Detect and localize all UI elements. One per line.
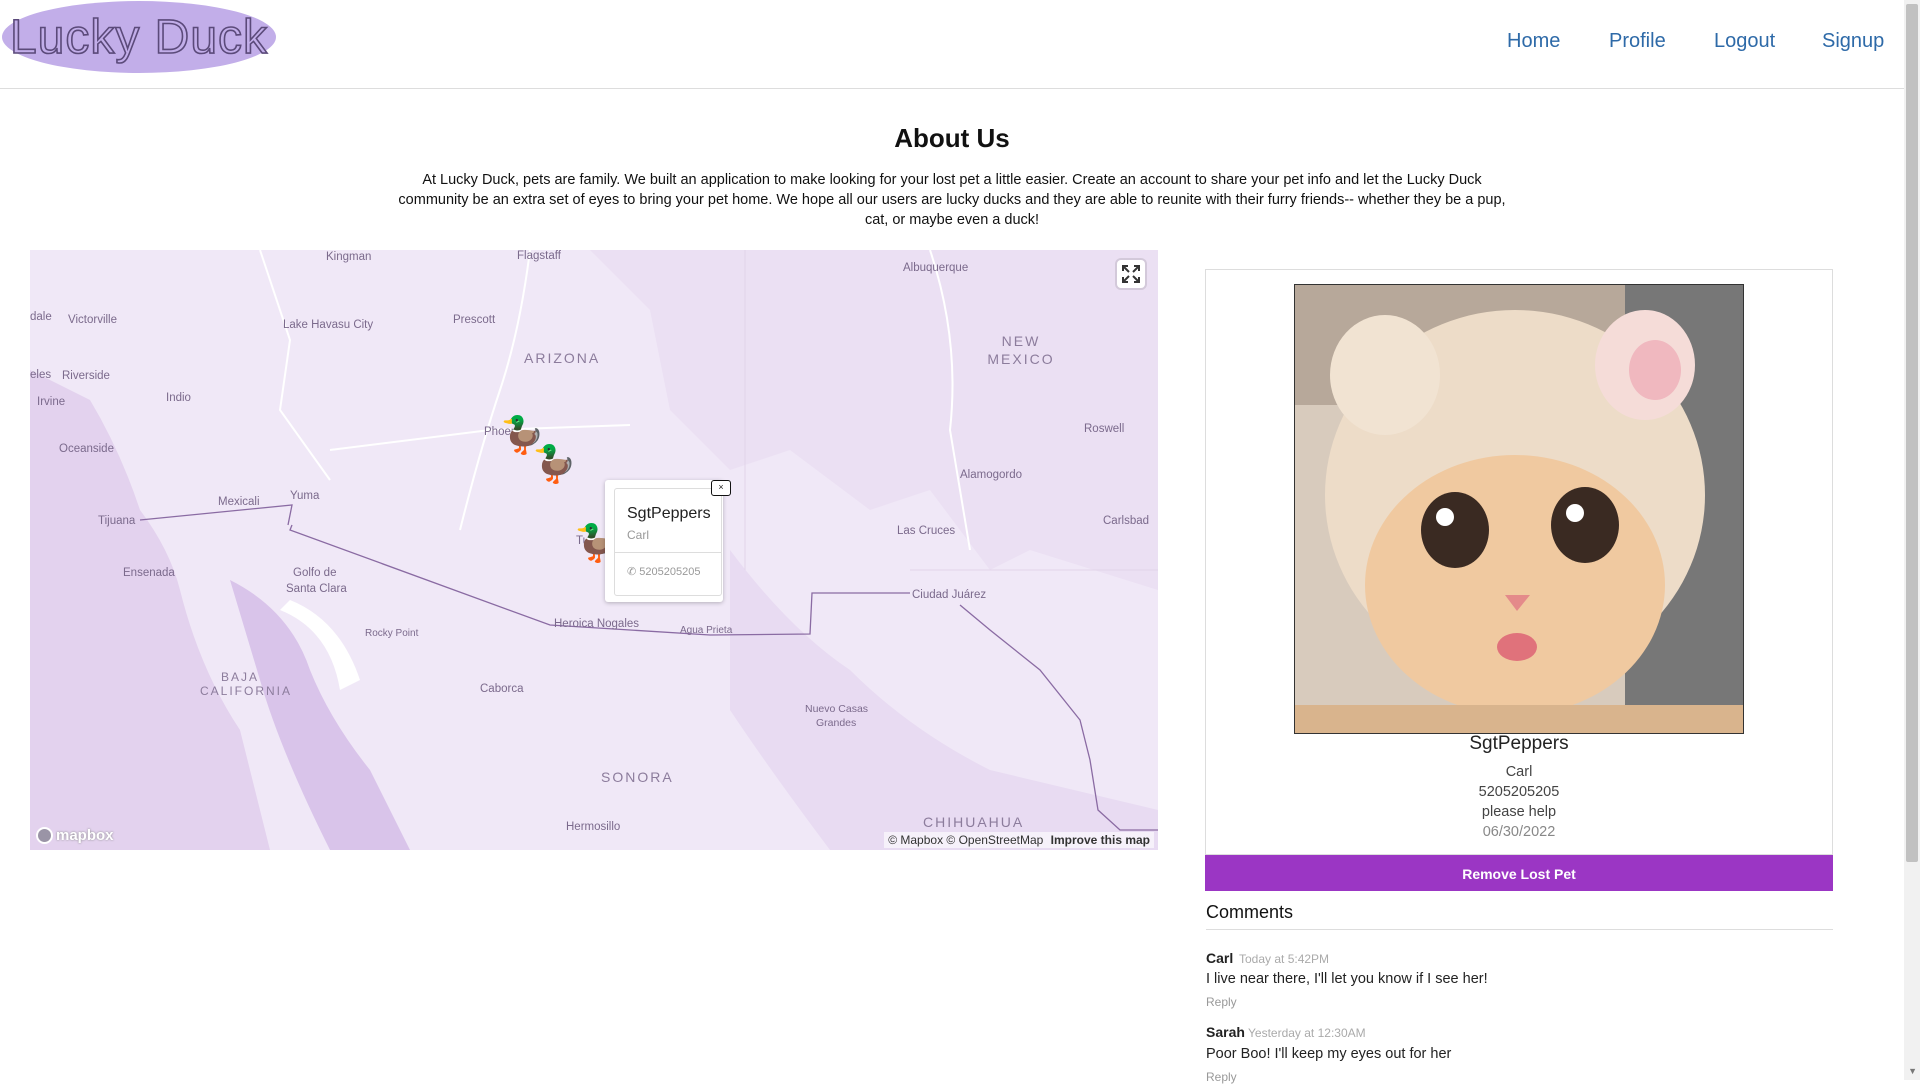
popup-divider <box>615 552 721 553</box>
map-label-hermosillo: Hermosillo <box>566 821 621 833</box>
map-label-eles: eles <box>30 369 52 381</box>
pet-card: SgtPeppers Carl 5205205205 please help 0… <box>1205 269 1833 855</box>
map-label-carlsbad: Carlsbad <box>1103 515 1150 527</box>
nav-logout[interactable]: Logout <box>1714 30 1775 53</box>
map-label-new: NEW <box>1001 333 1041 349</box>
remove-lost-pet-button[interactable]: Remove Lost Pet <box>1205 855 1833 891</box>
map-label-mexico: MEXICO <box>987 351 1055 367</box>
pet-description: please help <box>1481 804 1557 820</box>
popup-phone: ✆ 5205205205 <box>627 565 700 578</box>
map-label-nuevo-casas: Nuevo Casas <box>805 703 869 715</box>
comment-text: Poor Boo! I'll keep my eyes out for her <box>1206 1046 1452 1062</box>
map-label-riverside: Riverside <box>62 370 110 382</box>
popup-close-button[interactable]: × <box>711 480 731 496</box>
fullscreen-icon <box>1122 265 1140 283</box>
popup-owner: Carl <box>627 528 650 542</box>
page-scrollbar[interactable]: ▲ ▼ <box>1904 0 1920 1080</box>
pet-name: SgtPeppers <box>1469 733 1569 754</box>
map-label-roswell: Roswell <box>1084 423 1125 435</box>
scroll-thumb[interactable] <box>1906 4 1918 862</box>
popup-card: SgtPeppers Carl ✆ 5205205205 <box>614 488 722 596</box>
map-label-grandes: Grandes <box>816 717 857 729</box>
pet-photo <box>1294 284 1744 734</box>
map-label-albuquerque: Albuquerque <box>903 262 969 274</box>
nav-signup[interactable]: Signup <box>1822 30 1884 53</box>
map-label-agua-prieta: Agua Prieta <box>680 625 733 636</box>
map-label-santa-clara: Santa Clara <box>286 583 347 595</box>
map-label-caborca: Caborca <box>480 683 524 695</box>
map-label-victorville: Victorville <box>68 314 117 326</box>
logo[interactable]: Lucky Duck <box>2 1 276 73</box>
map-label-indio: Indio <box>166 392 191 404</box>
map-label-kingman: Kingman <box>326 251 372 263</box>
map-label-irvine: Irvine <box>37 396 66 408</box>
map-label-ensenada: Ensenada <box>123 567 175 579</box>
about-title: About Us <box>894 123 1010 153</box>
map-label-tijuana: Tijuana <box>98 515 136 527</box>
comment-author[interactable]: Carl <box>1206 950 1233 966</box>
pet-date: 06/30/2022 <box>1482 824 1556 840</box>
duck-marker-icon[interactable]: 🦆 <box>532 446 577 482</box>
phone-icon: ✆ <box>627 566 637 578</box>
nav-profile[interactable]: Profile <box>1609 30 1666 53</box>
attribution-text[interactable]: © Mapbox © OpenStreetMap <box>888 833 1043 847</box>
mapbox-logo-icon <box>36 827 53 844</box>
logo-text: Lucky Duck <box>9 10 269 65</box>
map-label-sonora: SONORA <box>601 769 674 785</box>
map-label-chihuahua: CHIHUAHUA <box>923 814 1025 830</box>
map-label-ciudad-juarez: Ciudad Juárez <box>912 589 987 601</box>
map-label-california: CALIFORNIA <box>200 684 293 698</box>
pet-owner: Carl <box>1505 764 1533 780</box>
map-label-las-cruces: Las Cruces <box>897 525 956 537</box>
site-header: Lucky Duck Home Profile Logout Signup <box>0 0 1904 89</box>
fullscreen-button[interactable] <box>1117 260 1145 288</box>
map-label-flagstaff: Flagstaff <box>517 250 561 262</box>
map-label-dale: dale <box>30 311 52 323</box>
pet-phone: 5205205205 <box>1478 784 1560 800</box>
comment-text: I live near there, I'll let you know if … <box>1206 971 1488 987</box>
pet-photo-image <box>1295 285 1743 733</box>
popup-phone-number: 5205205205 <box>639 566 701 578</box>
map-label-golfo: Golfo de <box>293 567 337 579</box>
map-label-oceanside: Oceanside <box>59 443 114 455</box>
comment-time: Yesterday at 12:30AM <box>1248 1026 1366 1040</box>
scroll-down-icon[interactable]: ▼ <box>1908 1066 1917 1076</box>
mapbox-logo-text: mapbox <box>56 827 114 844</box>
map[interactable]: Kingman Flagstaff Albuquerque dale Victo… <box>30 250 1158 850</box>
map-label-prescott: Prescott <box>453 314 496 326</box>
improve-map-link[interactable]: Improve this map <box>1051 833 1150 847</box>
about-text: At Lucky Duck, pets are family. We built… <box>398 172 1506 228</box>
nav-home[interactable]: Home <box>1507 30 1560 53</box>
map-popup: SgtPeppers Carl ✆ 5205205205 × <box>605 480 731 602</box>
map-label-rocky-point: Rocky Point <box>365 628 419 639</box>
map-label-alamogordo: Alamogordo <box>960 469 1023 481</box>
map-label-mexicali: Mexicali <box>218 496 260 508</box>
map-attribution: © Mapbox © OpenStreetMap Improve this ma… <box>884 832 1154 848</box>
map-label-heroica-nogales: Heroica Nogales <box>554 618 640 630</box>
map-label-arizona: ARIZONA <box>524 350 601 366</box>
comments-title: Comments <box>1206 902 1833 930</box>
comment-reply-link[interactable]: Reply <box>1206 995 1237 1009</box>
comment-reply-link[interactable]: Reply <box>1206 1070 1237 1084</box>
map-label-yuma: Yuma <box>290 490 320 502</box>
comment-author[interactable]: Sarah <box>1206 1024 1245 1040</box>
map-label-lake-havasu: Lake Havasu City <box>283 319 374 331</box>
popup-pet-name: SgtPeppers <box>627 505 711 522</box>
comment-time: Today at 5:42PM <box>1239 952 1330 966</box>
mapbox-logo[interactable]: mapbox <box>36 827 114 844</box>
